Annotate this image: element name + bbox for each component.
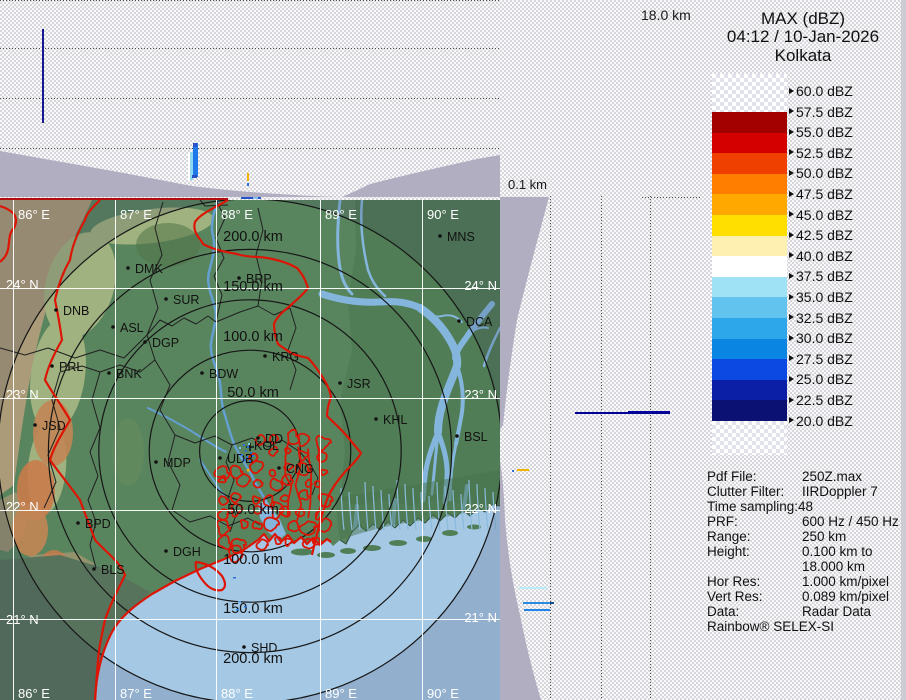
svg-text:SHD: SHD [251,641,277,655]
svg-text:PRL: PRL [59,360,83,374]
svg-text:200.0 km: 200.0 km [223,229,283,245]
svg-text:87° E: 87° E [120,686,152,700]
svg-text:21° N: 21° N [6,612,39,627]
svg-text:BPD: BPD [85,517,111,531]
svg-text:CNG: CNG [286,462,314,476]
svg-text:KOL: KOL [254,439,279,453]
svg-text:DGP: DGP [152,336,179,350]
svg-text:BDW: BDW [209,367,238,381]
svg-text:23° N: 23° N [6,387,39,402]
svg-text:23° N: 23° N [464,387,497,402]
svg-text:86° E: 86° E [18,686,50,700]
svg-text:90° E: 90° E [427,686,459,700]
svg-text:24° N: 24° N [464,278,497,293]
svg-text:90° E: 90° E [427,207,459,222]
svg-text:BSL: BSL [464,430,488,444]
svg-text:89° E: 89° E [325,686,357,700]
svg-text:100.0 km: 100.0 km [223,329,283,345]
svg-text:24° N: 24° N [6,277,39,292]
svg-text:BLS: BLS [101,563,125,577]
svg-text:150.0 km: 150.0 km [223,601,283,617]
svg-text:JSD: JSD [42,419,66,433]
svg-text:UDB: UDB [227,452,253,466]
svg-text:MDP: MDP [163,456,191,470]
svg-text:BNK: BNK [116,367,142,381]
svg-text:DCA: DCA [466,315,493,329]
svg-text:87° E: 87° E [120,207,152,222]
svg-text:SUR: SUR [173,293,199,307]
svg-text:100.0 km: 100.0 km [223,552,283,568]
svg-text:DGH: DGH [173,545,201,559]
svg-text:22° N: 22° N [6,499,39,514]
svg-text:BRP: BRP [246,272,272,286]
svg-text:88° E: 88° E [221,207,253,222]
svg-text:22° N: 22° N [464,501,497,516]
svg-text:50.0 km: 50.0 km [227,385,279,401]
svg-text:ASL: ASL [120,321,144,335]
svg-text:88° E: 88° E [221,686,253,700]
svg-text:DNB: DNB [63,304,89,318]
svg-text:DMK: DMK [135,262,163,276]
svg-text:50.0 km: 50.0 km [227,502,279,518]
svg-text:MNS: MNS [447,230,475,244]
svg-text:JSR: JSR [347,377,371,391]
svg-text:KRG: KRG [272,350,299,364]
svg-text:KHL: KHL [383,413,407,427]
svg-text:89° E: 89° E [325,207,357,222]
svg-text:86° E: 86° E [18,207,50,222]
svg-text:21° N: 21° N [464,610,497,625]
